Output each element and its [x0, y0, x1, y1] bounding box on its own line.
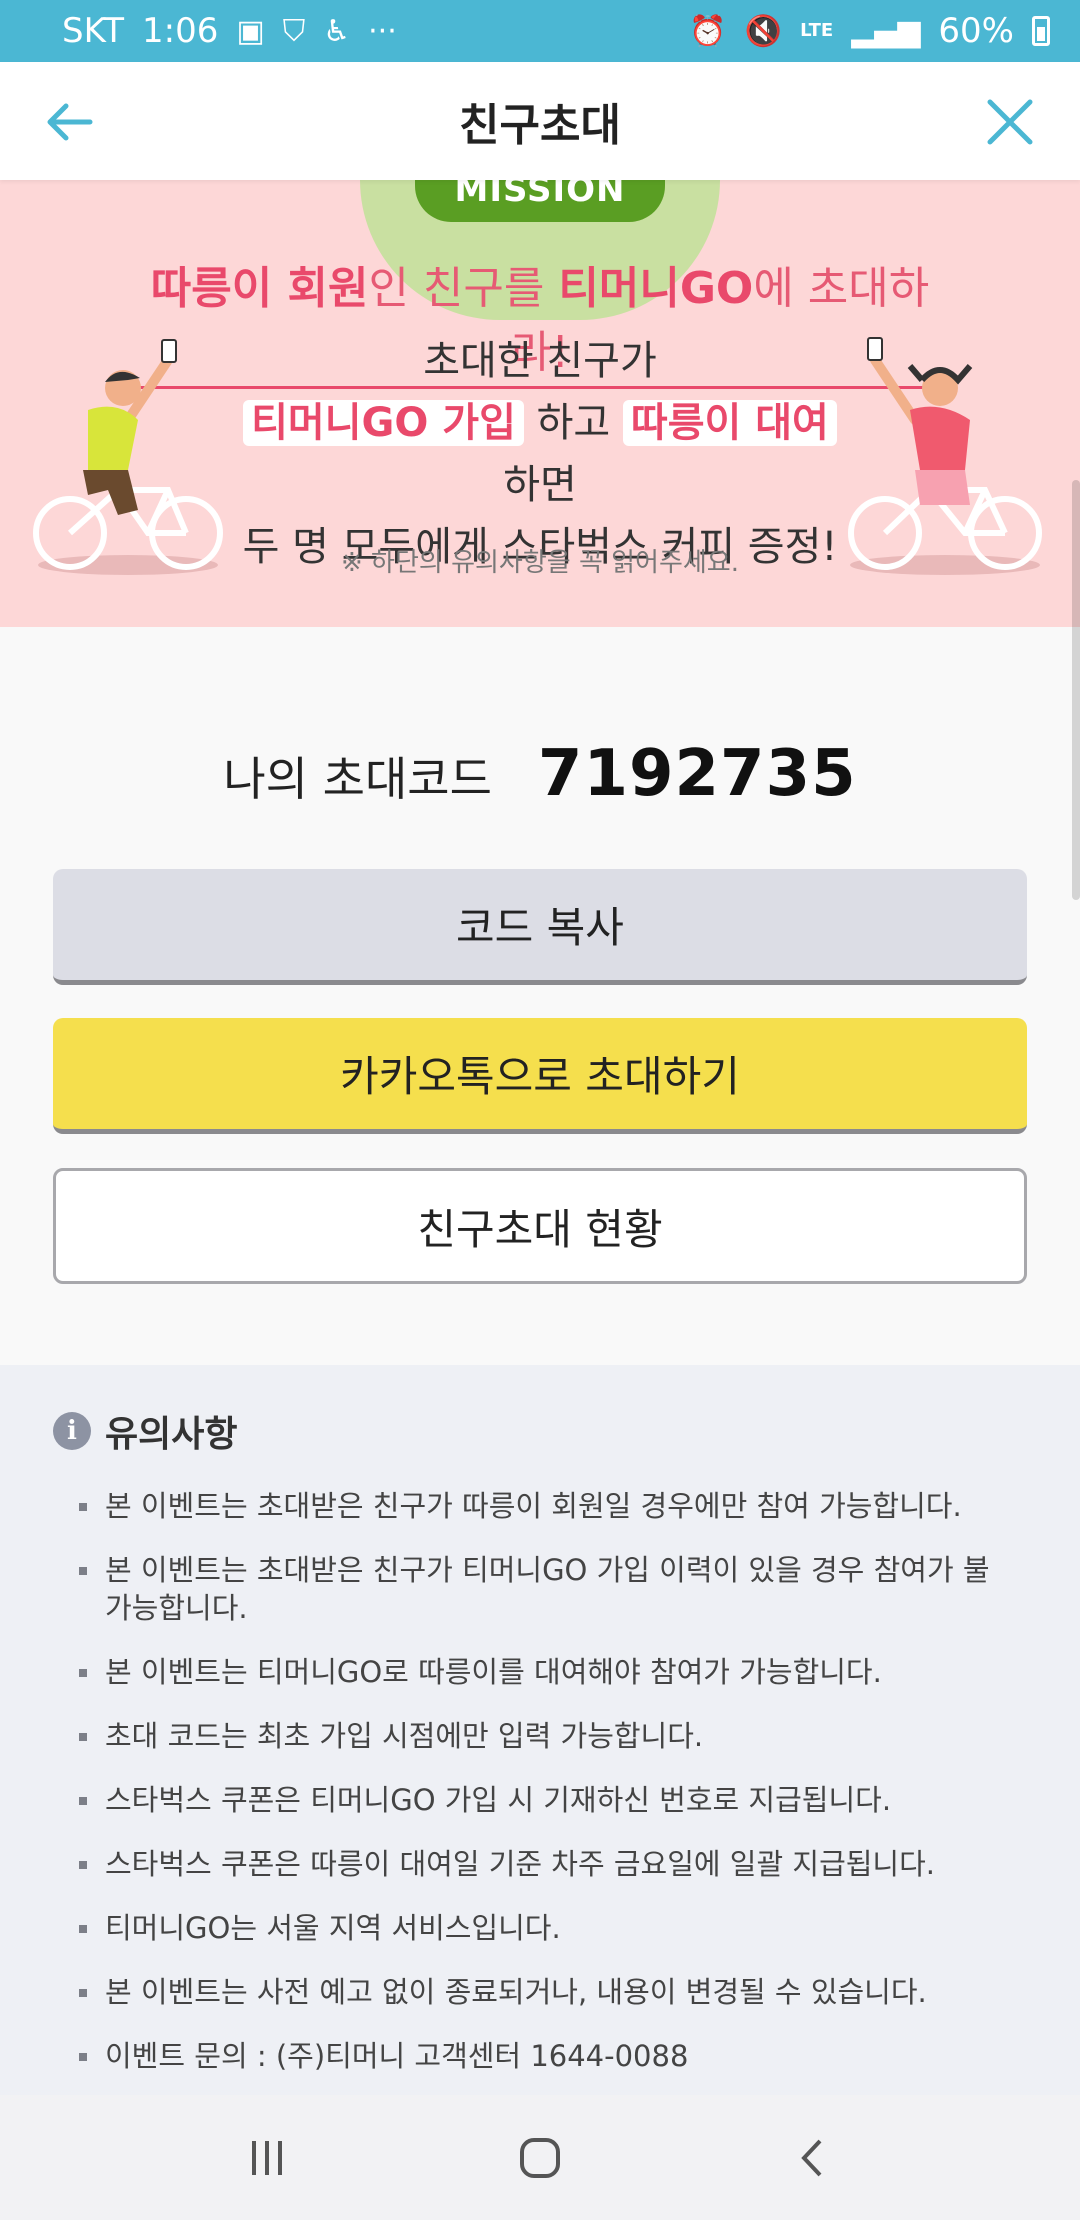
cyclist-right-illustration — [848, 337, 1042, 575]
notice-title: 유의사항 — [105, 1414, 238, 1455]
system-nav-bar — [0, 2095, 1080, 2220]
accessibility-icon: ♿ — [323, 13, 351, 49]
invite-status-button[interactable]: 친구초대 현황 — [53, 1168, 1027, 1284]
mission-badge: MISSION — [414, 180, 666, 222]
invite-section: 나의 초대코드 7192735 코드 복사 카카오톡으로 초대하기 친구초대 현… — [0, 627, 1080, 1365]
home-icon — [519, 2137, 560, 2178]
invite-code-label: 나의 초대코드 — [223, 752, 492, 806]
mission-banner: MISSION 따릉이 회원인 친구를 티머니GO에 초대하라! 초대한 친구가… — [0, 180, 1080, 627]
mission-badge-wrap: MISSION — [0, 180, 1080, 222]
banner-line-2-mid: 하고 — [523, 400, 623, 446]
notice-item: 스타벅스 쿠폰은 티머니GO 가입 시 기재하신 번호로 지급됩니다. — [53, 1781, 1013, 1819]
mute-icon: 🔇 — [744, 13, 783, 49]
banner-description: 초대한 친구가 티머니GO 가입 하고 따릉이 대여 하면 두 명 모두에게 스… — [220, 330, 860, 578]
recent-apps-button[interactable] — [227, 2118, 307, 2198]
notice-item: 본 이벤트는 초대받은 친구가 티머니GO 가입 이력이 있을 경우 참여가 불… — [53, 1551, 1013, 1627]
notice-item: 초대 코드는 최초 가입 시점에만 입력 가능합니다. — [53, 1717, 1013, 1755]
banner-line-2-end: 하면 — [503, 462, 577, 508]
notice-item: 티머니GO는 서울 지역 서비스입니다. — [53, 1909, 1013, 1947]
cyclist-left-illustration — [33, 339, 223, 575]
banner-line-1: 초대한 친구가 — [423, 338, 657, 384]
close-button[interactable] — [980, 92, 1040, 152]
scrollbar[interactable] — [1072, 480, 1080, 900]
kakao-invite-button[interactable]: 카카오톡으로 초대하기 — [53, 1018, 1027, 1134]
app-header: 친구초대 — [0, 62, 1080, 180]
status-left: SKT 1:06 ▣ ⛉ ♿ ··· — [62, 11, 397, 51]
clock-label: 1:06 — [142, 11, 219, 51]
chevron-left-icon — [801, 2139, 822, 2176]
carrier-label: SKT — [62, 11, 125, 51]
notice-item: 이벤트 문의 : (주)티머니 고객센터 1644-0088 — [53, 2037, 1013, 2075]
shield-icon: ⛉ — [282, 13, 306, 49]
headline-part-b: 인 친구를 — [368, 263, 559, 314]
highlight-rental: 따릉이 대여 — [622, 400, 837, 446]
notice-section: i 유의사항 본 이벤트는 초대받은 친구가 따릉이 회원일 경우에만 참여 가… — [0, 1365, 1080, 2095]
headline-part-c: 티머니GO — [558, 263, 754, 314]
notice-item: 본 이벤트는 사전 예고 없이 종료되거나, 내용이 변경될 수 있습니다. — [53, 1973, 1013, 2011]
page-title: 친구초대 — [459, 100, 621, 151]
recent-apps-icon — [251, 2140, 282, 2175]
info-icon: i — [53, 1412, 91, 1450]
battery-icon — [1032, 16, 1050, 46]
notice-heading: i 유의사항 — [53, 1405, 1080, 1457]
status-right: ⏰ 🔇 LTE ▂▄▆ 60% — [689, 11, 1050, 51]
alarm-icon: ⏰ — [689, 13, 727, 49]
copy-code-button[interactable]: 코드 복사 — [53, 869, 1027, 985]
arrow-left-icon — [47, 103, 93, 141]
invite-code-row: 나의 초대코드 7192735 — [0, 737, 1080, 811]
headline-part-a: 따릉이 회원 — [150, 263, 369, 314]
network-type: LTE — [800, 20, 834, 41]
back-button[interactable] — [40, 92, 100, 152]
close-icon — [987, 99, 1033, 145]
battery-percent: 60% — [938, 11, 1014, 51]
invite-code-value: 7192735 — [537, 737, 857, 811]
notice-list: 본 이벤트는 초대받은 친구가 따릉이 회원일 경우에만 참여 가능합니다. 본… — [53, 1487, 1013, 2075]
more-notifications-icon: ··· — [368, 13, 397, 49]
highlight-signup: 티머니GO 가입 — [243, 400, 524, 446]
notice-item: 본 이벤트는 초대받은 친구가 따릉이 회원일 경우에만 참여 가능합니다. — [53, 1487, 1013, 1525]
home-button[interactable] — [500, 2118, 580, 2198]
status-bar: SKT 1:06 ▣ ⛉ ♿ ··· ⏰ 🔇 LTE ▂▄▆ 60% — [0, 0, 1080, 62]
system-back-button[interactable] — [773, 2118, 853, 2198]
notice-item: 스타벅스 쿠폰은 따릉이 대여일 기준 차주 금요일에 일괄 지급됩니다. — [53, 1845, 1013, 1883]
signal-icon: ▂▄▆ — [851, 13, 921, 49]
banner-line-2: 티머니GO 가입 하고 따릉이 대여 하면 — [220, 392, 860, 516]
gallery-icon: ▣ — [236, 13, 265, 49]
notice-item: 본 이벤트는 티머니GO로 따릉이를 대여해야 참여가 가능합니다. — [53, 1653, 1013, 1691]
